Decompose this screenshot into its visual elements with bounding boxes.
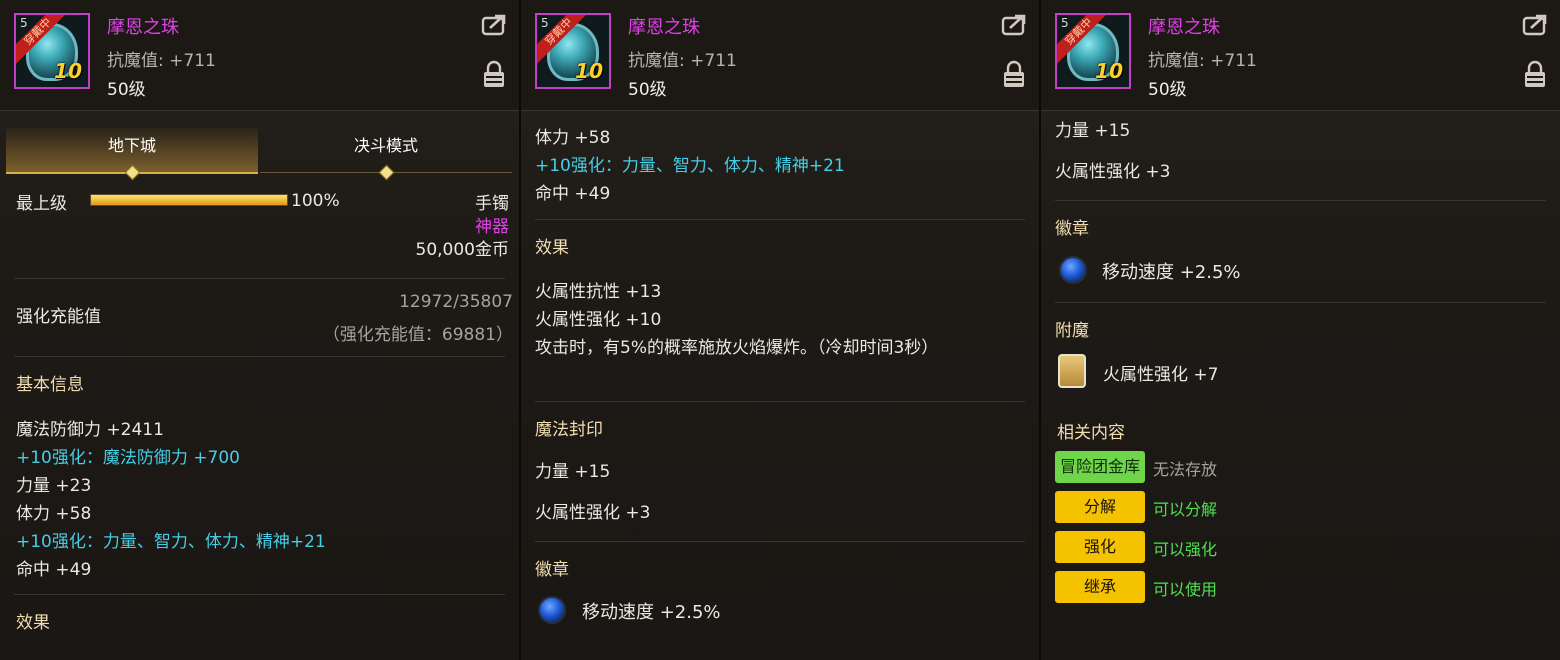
tab-pvp-label: 决斗模式 bbox=[353, 136, 418, 155]
tooltip-screenshots: 5 穿戴中 10 摩恩之珠 抗魔值: +711 50级 地下城 决斗模式 最上级… bbox=[0, 0, 1560, 660]
stat-line: +10强化：魔法防御力 +700 bbox=[16, 448, 240, 468]
item-level: 50级 bbox=[628, 80, 667, 100]
effect-title: 效果 bbox=[16, 613, 50, 633]
mode-tabs: 地下城 决斗模式 bbox=[6, 128, 512, 181]
item-tooltip-panel-1: 5 穿戴中 10 摩恩之珠 抗魔值: +711 50级 地下城 决斗模式 最上级… bbox=[0, 0, 519, 660]
tab-marker-icon bbox=[378, 164, 395, 181]
item-tooltip-panel-2: 5 穿戴中 10 摩恩之珠 抗魔值: +711 50级 体力 +58 +10强化… bbox=[521, 0, 1039, 660]
divider bbox=[535, 401, 1025, 402]
tab-pvp[interactable]: 决斗模式 bbox=[260, 128, 512, 181]
stat-line: 命中 +49 bbox=[535, 184, 611, 204]
enchant-text: 火属性强化 +7 bbox=[1103, 365, 1219, 385]
seal-line: 力量 +15 bbox=[1055, 121, 1131, 141]
item-name: 摩恩之珠 bbox=[628, 17, 700, 38]
lock-icon[interactable] bbox=[1003, 60, 1025, 88]
item-stat: 抗魔值: +711 bbox=[628, 51, 737, 71]
inherit-button[interactable]: 继承 bbox=[1055, 571, 1145, 603]
tab-dungeon-label: 地下城 bbox=[107, 136, 156, 155]
charge-label: 强化充能值 bbox=[16, 307, 101, 327]
emblem-orb-icon bbox=[538, 596, 566, 624]
disassemble-status: 可以分解 bbox=[1153, 500, 1218, 519]
enchant-title: 附魔 bbox=[1055, 321, 1089, 341]
icon-number: 5 bbox=[541, 16, 549, 30]
item-header: 5 穿戴中 10 摩恩之珠 抗魔值: +711 50级 bbox=[0, 0, 519, 111]
emblem-orb-icon bbox=[1059, 256, 1087, 284]
grade-label: 最上级 bbox=[16, 194, 67, 214]
enhance-button[interactable]: 强化 bbox=[1055, 531, 1145, 563]
effect-line: 火属性强化 +10 bbox=[535, 310, 662, 330]
item-name: 摩恩之珠 bbox=[107, 17, 179, 38]
stat-line: +10强化：力量、智力、体力、精神+21 bbox=[16, 532, 326, 552]
seal-line: 力量 +15 bbox=[535, 462, 611, 482]
share-icon[interactable] bbox=[1522, 14, 1548, 36]
item-stat: 抗魔值: +711 bbox=[107, 51, 216, 71]
icon-level: 10 bbox=[54, 59, 82, 83]
rarity: 神器 bbox=[475, 217, 509, 237]
stat-line: 体力 +58 bbox=[535, 128, 611, 148]
item-icon: 5 穿戴中 10 bbox=[1055, 13, 1131, 89]
item-tooltip-panel-3: 5 穿戴中 10 摩恩之珠 抗魔值: +711 50级 力量 +15 火属性强化… bbox=[1041, 0, 1560, 660]
divider bbox=[14, 278, 505, 279]
slot-type: 手镯 bbox=[475, 194, 509, 214]
inherit-status: 可以使用 bbox=[1153, 580, 1218, 599]
divider bbox=[1055, 302, 1546, 303]
emblem-text: 移动速度 +2.5% bbox=[1102, 262, 1241, 283]
effect-title: 效果 bbox=[535, 238, 569, 258]
basic-info-title: 基本信息 bbox=[16, 375, 84, 395]
stat-line: 体力 +58 bbox=[16, 504, 92, 524]
stat-line: 力量 +23 bbox=[16, 476, 92, 496]
item-header: 5 穿戴中 10 摩恩之珠 抗魔值: +711 50级 bbox=[1041, 0, 1560, 111]
icon-number: 5 bbox=[20, 16, 28, 30]
price: 50,000金币 bbox=[415, 240, 509, 260]
item-name: 摩恩之珠 bbox=[1148, 17, 1220, 38]
divider bbox=[535, 219, 1025, 220]
adventure-vault-button[interactable]: 冒险团金库 bbox=[1055, 451, 1145, 483]
emblem-text: 移动速度 +2.5% bbox=[582, 602, 721, 623]
lock-icon[interactable] bbox=[483, 60, 505, 88]
share-icon[interactable] bbox=[1001, 14, 1027, 36]
divider bbox=[1055, 200, 1546, 201]
seal-title: 魔法封印 bbox=[535, 420, 603, 440]
divider bbox=[535, 541, 1025, 542]
seal-line: 火属性强化 +3 bbox=[1055, 162, 1171, 182]
item-level: 50级 bbox=[1148, 80, 1187, 100]
emblem-title: 徽章 bbox=[1055, 219, 1089, 239]
item-level: 50级 bbox=[107, 80, 146, 100]
enhance-status: 可以强化 bbox=[1153, 540, 1218, 559]
item-header: 5 穿戴中 10 摩恩之珠 抗魔值: +711 50级 bbox=[521, 0, 1039, 111]
charge-value: 12972/35807 bbox=[399, 292, 513, 312]
stat-line: +10强化：力量、智力、体力、精神+21 bbox=[535, 156, 845, 176]
share-icon[interactable] bbox=[481, 14, 507, 36]
grade-percent: 100% bbox=[291, 191, 340, 211]
item-icon: 5 穿戴中 10 bbox=[535, 13, 611, 89]
stat-line: 命中 +49 bbox=[16, 560, 92, 580]
enchant-card-icon bbox=[1058, 354, 1086, 388]
divider bbox=[14, 356, 505, 357]
icon-level: 10 bbox=[1095, 59, 1123, 83]
effect-line: 攻击时，有5%的概率施放火焰爆炸。（冷却时间3秒） bbox=[535, 338, 939, 358]
stat-line: 魔法防御力 +2411 bbox=[16, 420, 164, 440]
tab-dungeon[interactable]: 地下城 bbox=[6, 128, 258, 181]
tab-marker-icon bbox=[124, 164, 141, 181]
vault-status: 无法存放 bbox=[1153, 460, 1218, 479]
item-stat: 抗魔值: +711 bbox=[1148, 51, 1257, 71]
charge-sub: （强化充能值：69881） bbox=[322, 325, 513, 345]
item-icon: 5 穿戴中 10 bbox=[14, 13, 90, 89]
grade-bar bbox=[90, 194, 288, 206]
divider bbox=[14, 594, 505, 595]
related-title: 相关内容 bbox=[1057, 423, 1125, 443]
icon-level: 10 bbox=[575, 59, 603, 83]
seal-line: 火属性强化 +3 bbox=[535, 503, 651, 523]
effect-line: 火属性抗性 +13 bbox=[535, 282, 662, 302]
grade-bar-fill bbox=[91, 195, 287, 205]
emblem-title: 徽章 bbox=[535, 560, 569, 580]
lock-icon[interactable] bbox=[1524, 60, 1546, 88]
disassemble-button[interactable]: 分解 bbox=[1055, 491, 1145, 523]
icon-number: 5 bbox=[1061, 16, 1069, 30]
